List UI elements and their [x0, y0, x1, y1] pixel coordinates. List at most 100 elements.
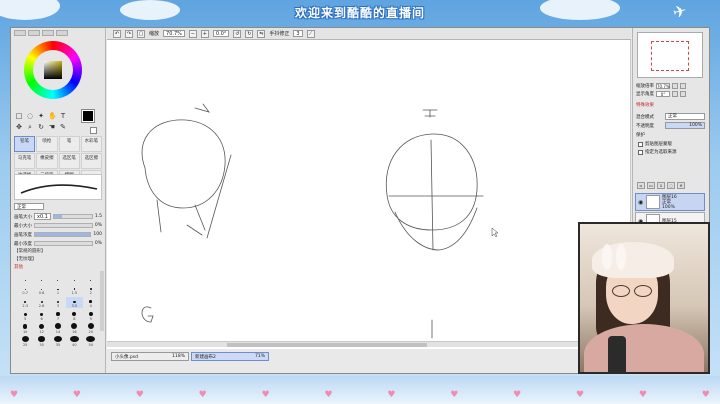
- brush-tool[interactable]: 选区擦: [80, 153, 102, 169]
- brush-tool[interactable]: 马克笔: [14, 153, 36, 169]
- effects-toggle[interactable]: 特殊效果: [636, 102, 654, 108]
- size-preset[interactable]: 12: [33, 323, 49, 334]
- rotate-left-icon[interactable]: ↺: [233, 29, 242, 38]
- eye-icon[interactable]: ◉: [638, 199, 644, 206]
- min-size-slider[interactable]: [34, 223, 93, 228]
- color-wheel[interactable]: [24, 41, 82, 99]
- size-preset[interactable]: [33, 271, 49, 282]
- undo-icon[interactable]: ↶: [113, 29, 121, 38]
- size-preset[interactable]: 8: [66, 310, 82, 321]
- size-preset[interactable]: 6: [33, 310, 49, 321]
- size-preset[interactable]: 0.7: [17, 284, 33, 295]
- size-preset[interactable]: 2.3: [17, 297, 33, 308]
- delete-layer-icon[interactable]: ✕: [677, 182, 685, 189]
- move-icon[interactable]: ✥: [15, 123, 23, 131]
- navigator-zoom-field[interactable]: 70.7%: [656, 82, 670, 89]
- deselect-icon[interactable]: ▢: [137, 29, 145, 38]
- size-preset[interactable]: [17, 271, 33, 282]
- rect-select-icon[interactable]: □: [15, 112, 23, 120]
- zoom-in-icon[interactable]: +: [200, 29, 209, 38]
- document-tab[interactable]: 新建画布2 71%: [191, 352, 269, 361]
- secondary-color-swatch[interactable]: [90, 127, 97, 134]
- size-preset[interactable]: 40: [66, 336, 82, 347]
- size-preset[interactable]: 14: [50, 323, 66, 334]
- size-preset[interactable]: 20: [83, 323, 99, 334]
- angle-field[interactable]: 0.0°: [212, 30, 230, 37]
- size-preset[interactable]: 7: [50, 310, 66, 321]
- saturation-value-box[interactable]: [44, 61, 62, 79]
- hsv-slider-tab[interactable]: [42, 30, 54, 36]
- layer-row[interactable]: ◉ 图层16 正常 100%: [635, 193, 705, 211]
- size-preset[interactable]: [66, 271, 82, 282]
- size-preset[interactable]: 10: [17, 323, 33, 334]
- layer-opacity-slider[interactable]: 100%: [665, 122, 705, 129]
- layer-blend-select[interactable]: 正常: [665, 113, 705, 120]
- density-slider[interactable]: [34, 232, 92, 237]
- redo-icon[interactable]: ↷: [125, 29, 133, 38]
- text-icon[interactable]: T: [59, 112, 67, 120]
- rgb-slider-tab[interactable]: [28, 30, 40, 36]
- size-preset[interactable]: 1: [50, 284, 66, 295]
- left-panel-scrollbar[interactable]: [100, 271, 104, 331]
- clear-layer-icon[interactable]: ◌: [667, 182, 675, 189]
- hand-drag-icon[interactable]: ☚: [48, 123, 56, 131]
- size-preset[interactable]: 9: [83, 310, 99, 321]
- drawing-canvas[interactable]: [107, 40, 631, 349]
- size-preset[interactable]: 2.6: [33, 297, 49, 308]
- canvas-horizontal-scrollbar[interactable]: [107, 341, 631, 347]
- color-wheel-tab[interactable]: [14, 30, 26, 36]
- size-preset[interactable]: 35: [50, 336, 66, 347]
- brush-size-slider[interactable]: [52, 214, 93, 219]
- clip-mask-checkbox[interactable]: 剪贴图层蒙版: [638, 141, 672, 147]
- size-preset[interactable]: 3.5: [66, 297, 83, 308]
- zoom-out-icon[interactable]: −: [188, 29, 197, 38]
- merge-down-icon[interactable]: ⇓: [657, 182, 665, 189]
- brush-tool[interactable]: 笔: [58, 136, 80, 152]
- size-preset[interactable]: [50, 271, 66, 282]
- selection-source-checkbox[interactable]: 指定为选取来源: [638, 149, 677, 155]
- navigator-zoom-in-button[interactable]: [672, 82, 678, 89]
- brush-tool[interactable]: 喷枪: [36, 136, 58, 152]
- size-preset[interactable]: 16: [66, 323, 82, 334]
- rotate-icon[interactable]: ↻: [37, 123, 45, 131]
- brush-tool[interactable]: 铅笔: [14, 136, 36, 152]
- navigator-viewport[interactable]: [651, 41, 689, 71]
- new-layer-icon[interactable]: ▫: [637, 182, 645, 189]
- size-preset[interactable]: 5: [17, 310, 33, 321]
- zoom-field[interactable]: 70.7%: [163, 30, 185, 37]
- hand-icon[interactable]: ✋: [48, 112, 57, 120]
- brush-edge-select[interactable]: 【常规的圆形】: [14, 248, 46, 254]
- rotate-right-icon[interactable]: ↻: [245, 29, 254, 38]
- size-preset[interactable]: 4: [83, 297, 99, 308]
- eyedropper-icon[interactable]: ✎: [59, 123, 67, 131]
- navigator-rotate-left-button[interactable]: [672, 90, 678, 97]
- advanced-settings-toggle[interactable]: 其他: [14, 264, 23, 270]
- zoom-icon[interactable]: ⌕: [26, 123, 34, 131]
- size-preset[interactable]: 30: [33, 336, 49, 347]
- size-multiplier[interactable]: x0.1: [34, 213, 51, 220]
- size-preset[interactable]: 2: [83, 284, 99, 295]
- straight-line-icon[interactable]: ⟋: [306, 29, 315, 38]
- size-preset[interactable]: 0.8: [33, 284, 49, 295]
- primary-color-swatch[interactable]: [81, 109, 95, 123]
- brush-texture-select[interactable]: 【无纹理】: [14, 256, 37, 262]
- magic-wand-icon[interactable]: ✦: [37, 112, 45, 120]
- navigator-rotate-right-button[interactable]: [680, 90, 686, 97]
- min-density-slider[interactable]: [34, 241, 93, 246]
- size-preset[interactable]: 25: [17, 336, 33, 347]
- document-tab[interactable]: 小头像.psd 118%: [111, 352, 189, 361]
- new-folder-icon[interactable]: ▭: [647, 182, 655, 189]
- size-preset[interactable]: 50: [83, 336, 99, 347]
- blend-mode-select[interactable]: 正常: [14, 203, 44, 210]
- navigator-angle-field[interactable]: 0°: [656, 90, 670, 97]
- brush-tool[interactable]: 水彩笔: [80, 136, 102, 152]
- flip-icon[interactable]: ⇋: [257, 29, 266, 38]
- navigator-zoom-out-button[interactable]: [680, 82, 686, 89]
- swatch-tab[interactable]: [56, 30, 68, 36]
- size-preset[interactable]: 1.5: [66, 284, 82, 295]
- size-preset[interactable]: 3: [50, 297, 66, 308]
- brush-tool[interactable]: 选区笔: [58, 153, 80, 169]
- stabilizer-select[interactable]: 3: [293, 30, 303, 37]
- brush-tool[interactable]: 橡皮擦: [36, 153, 58, 169]
- lasso-icon[interactable]: ◌: [26, 112, 34, 120]
